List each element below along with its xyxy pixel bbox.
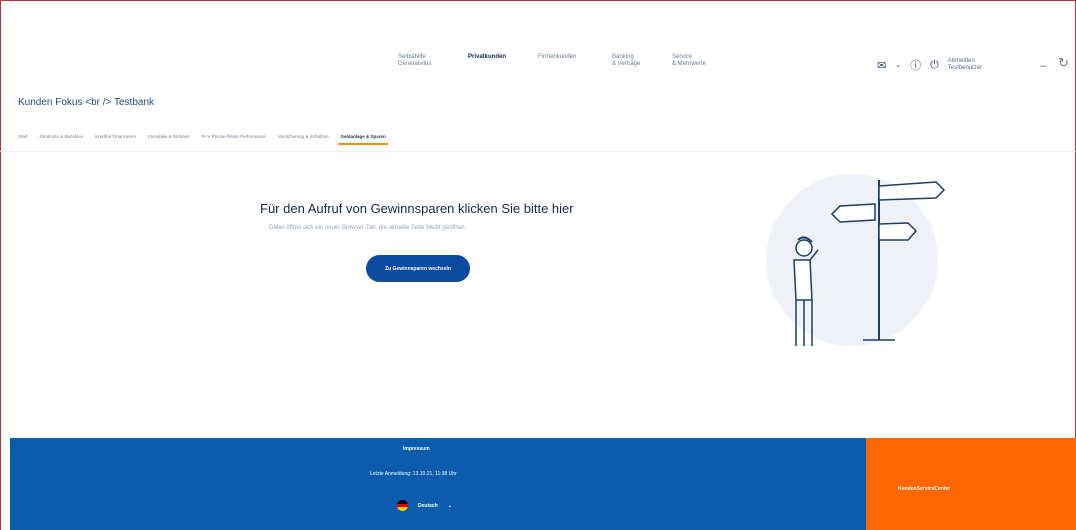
kundenservicecenter-link[interactable]: KundenServiceCenter [898,486,950,492]
logout-label[interactable]: Abmelden Testbenutzer [948,58,994,72]
chevron-down-icon[interactable]: ⌄ [448,503,452,509]
nav-banking-vertraege[interactable]: Banking & Verträge [612,54,658,78]
nav-service-mehrwerte[interactable]: Service & Mehrwerte [672,54,728,78]
tab-start[interactable]: Start [18,134,28,139]
chevron-down-icon[interactable]: ⌄ [895,61,901,69]
signpost-illustration [766,174,946,346]
sub-navigation: Start Girokonto & Bezahlen Kredit & Fina… [18,134,388,145]
footer-main [10,438,866,530]
page-headline: Für den Aufruf von Gewinnsparen klicken … [260,201,574,216]
logout-icon[interactable]: ⏻ [930,59,939,72]
last-login-info: Letzte Anmeldung: 13.10.21, 11:38 Uhr [370,471,457,477]
top-navigation: Selbsthilfe Generalvilus Privatkunden Fi… [398,54,728,78]
header-tools: ✉ ⌄ ⓘ ⏻ Abmelden Testbenutzer [877,57,994,73]
language-label[interactable]: Deutsch [418,503,438,509]
tab-girokonto[interactable]: Girokonto & Bezahlen [40,134,84,139]
nav-privatkunden[interactable]: Privatkunden [468,54,524,78]
gewinnsparen-button[interactable]: Zu Gewinnsparen wechseln [366,255,470,282]
german-flag-icon [397,500,408,511]
minimize-icon[interactable]: – [1040,58,1047,72]
tab-immobilie[interactable]: Immobilie & Wohnen [148,134,189,139]
tab-rente[interactable]: R+V Private Rente Performance [202,134,266,139]
nav-selbsthilfe[interactable]: Selbsthilfe Generalvilus [398,54,454,78]
tab-kredit[interactable]: Kredit & Finanzieren [95,134,136,139]
mail-icon[interactable]: ✉ [877,59,886,72]
footer-service-panel [866,438,1076,530]
language-selector[interactable]: Deutsch ⌄ [397,500,452,511]
subnav-divider [0,151,1076,152]
tab-geldanlage[interactable]: Geldanlage & Sparen [338,134,388,145]
impressum-link[interactable]: Impressum [403,446,430,452]
bank-title[interactable]: Kunden Fokus <br /> Testbank [18,97,154,108]
nav-firmenkunden[interactable]: Firmenkunden [538,54,598,78]
refresh-icon[interactable]: ↻ [1058,55,1069,71]
page-subline: Dabei öffnet sich ein neuer Browser-Tab,… [269,225,466,231]
tab-versicherung[interactable]: Versicherung & Schützen [278,134,329,139]
help-icon[interactable]: ⓘ [910,57,921,73]
